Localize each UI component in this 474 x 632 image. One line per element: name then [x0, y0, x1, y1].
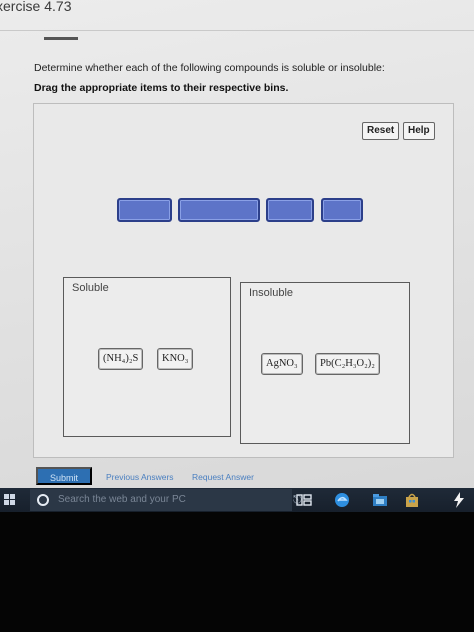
part-tab-indicator[interactable] — [44, 37, 78, 40]
bin-label-soluble: Soluble — [72, 282, 109, 294]
windows-taskbar: Search the web and your PC ⎋ — [0, 488, 474, 512]
help-button[interactable]: Help — [403, 122, 435, 140]
submit-button[interactable]: Submit — [36, 467, 92, 485]
store-icon[interactable] — [404, 492, 420, 508]
compound-chip-lead-acetate[interactable]: Pb(C₂H₃O₂)₂ — [315, 353, 380, 375]
screen-bezel — [0, 512, 474, 632]
bin-label-insoluble: Insoluble — [249, 287, 294, 299]
browser-page: xercise 4.73 Determine whether each of t… — [0, 0, 474, 492]
previous-answers-link[interactable]: Previous Answers — [106, 472, 174, 482]
request-answer-link[interactable]: Request Answer — [192, 472, 254, 482]
file-explorer-icon[interactable] — [372, 492, 388, 508]
soluble-bin[interactable]: Soluble (NH₄)₂S KNO₃ — [63, 277, 231, 437]
cortana-icon — [37, 494, 49, 506]
header-divider — [0, 30, 474, 31]
compound-chip-ammonium-sulfide[interactable]: (NH₄)₂S — [98, 348, 144, 370]
exercise-title: xercise 4.73 — [0, 0, 72, 14]
windows-start-icon[interactable] — [4, 494, 16, 506]
empty-item-slot[interactable] — [321, 198, 363, 222]
empty-item-slot[interactable] — [117, 198, 172, 222]
compound-chip-silver-nitrate[interactable]: AgNO₃ — [261, 353, 303, 375]
search-placeholder: Search the web and your PC — [58, 494, 186, 505]
question-prompt: Determine whether each of the following … — [34, 62, 385, 74]
compound-chip-potassium-nitrate[interactable]: KNO₃ — [157, 348, 194, 370]
taskbar-search-input[interactable]: Search the web and your PC ⎋ — [30, 489, 302, 511]
drag-instruction: Drag the appropriate items to their resp… — [34, 82, 289, 94]
lightning-app-icon[interactable] — [452, 492, 466, 508]
insoluble-bin[interactable]: Insoluble AgNO₃ Pb(C₂H₃O₂)₂ — [240, 282, 410, 444]
empty-item-slot[interactable] — [266, 198, 314, 222]
reset-button[interactable]: Reset — [362, 122, 400, 140]
empty-item-slot[interactable] — [178, 198, 260, 222]
drag-drop-widget: Reset Help Soluble (NH₄)₂S KNO₃ Insolubl… — [33, 103, 454, 458]
edge-browser-icon[interactable] — [334, 492, 350, 508]
task-view-icon[interactable] — [296, 492, 312, 508]
